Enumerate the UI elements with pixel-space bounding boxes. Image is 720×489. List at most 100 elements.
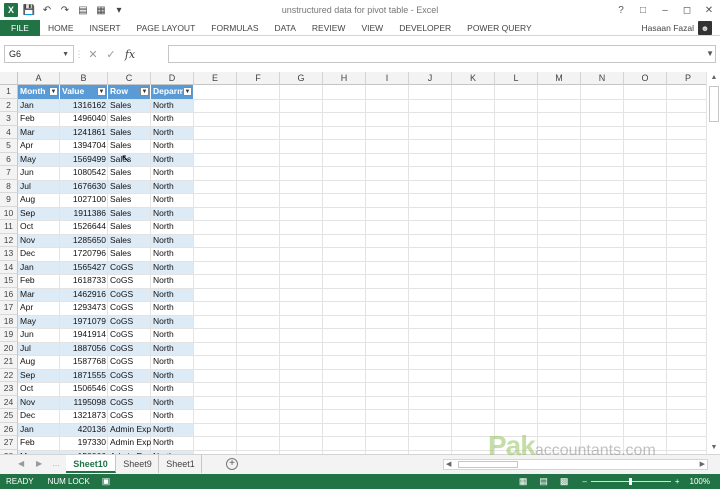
table-cell[interactable]: North bbox=[151, 153, 194, 167]
table-cell[interactable]: North bbox=[151, 180, 194, 194]
table-cell[interactable]: North bbox=[151, 220, 194, 234]
row-header[interactable]: 13 bbox=[0, 247, 18, 261]
chevron-down-icon[interactable]: ▼ bbox=[62, 51, 69, 58]
table-cell[interactable]: Sales bbox=[108, 112, 151, 126]
row-header[interactable]: 26 bbox=[0, 422, 18, 436]
table-cell[interactable]: 1321873 bbox=[60, 409, 108, 423]
table-cell[interactable]: North bbox=[151, 112, 194, 126]
tab-developer[interactable]: DEVELOPER bbox=[391, 23, 459, 33]
vertical-scrollbar[interactable]: ▲ ▼ bbox=[706, 72, 720, 454]
maximize-icon[interactable]: ◻ bbox=[676, 0, 698, 20]
table-cell[interactable]: North bbox=[151, 423, 194, 437]
table-cell[interactable]: Sales bbox=[108, 193, 151, 207]
table-cell[interactable]: May bbox=[18, 315, 60, 329]
column-header-o[interactable]: O bbox=[624, 72, 667, 85]
table-cell[interactable]: Oct bbox=[18, 220, 60, 234]
column-header-b[interactable]: B bbox=[60, 72, 108, 85]
column-header-h[interactable]: H bbox=[323, 72, 366, 85]
worksheet-grid[interactable]: A B C D E F G H I J K L M N O P 1 2 3 4 5 6 7 8 9 10 11 12 13 14 15 16 1… bbox=[0, 72, 706, 454]
filter-dropdown-icon[interactable]: ▼ bbox=[140, 87, 149, 96]
tab-more-icon[interactable]: … bbox=[52, 459, 60, 468]
row-header[interactable]: 19 bbox=[0, 328, 18, 342]
row-header[interactable]: 8 bbox=[0, 179, 18, 193]
page-layout-view-icon[interactable]: ▤ bbox=[539, 476, 548, 487]
table-cell[interactable]: CoGS bbox=[108, 409, 151, 423]
table-cell[interactable]: CoGS bbox=[108, 315, 151, 329]
table-cell[interactable]: Sales bbox=[108, 126, 151, 140]
table-cell[interactable]: North bbox=[151, 247, 194, 261]
row-header[interactable]: 24 bbox=[0, 395, 18, 409]
table-cell[interactable]: North bbox=[151, 436, 194, 450]
row-header[interactable]: 25 bbox=[0, 409, 18, 423]
formula-bar-splitter[interactable]: ⋮ bbox=[74, 49, 84, 60]
table-cell[interactable]: North bbox=[151, 396, 194, 410]
row-header[interactable]: 6 bbox=[0, 152, 18, 166]
filter-dropdown-icon[interactable]: ▼ bbox=[49, 87, 58, 96]
formula-input[interactable] bbox=[168, 45, 716, 63]
table-cell[interactable]: Nov bbox=[18, 396, 60, 410]
vertical-scroll-thumb[interactable] bbox=[709, 86, 719, 122]
zoom-out-icon[interactable]: – bbox=[582, 477, 586, 486]
table-cell[interactable]: 1027100 bbox=[60, 193, 108, 207]
table-cell[interactable]: Feb bbox=[18, 436, 60, 450]
table-cell[interactable]: North bbox=[151, 409, 194, 423]
scroll-left-icon[interactable]: ◀ bbox=[446, 460, 451, 468]
table-cell[interactable]: Sales bbox=[108, 247, 151, 261]
table-cell[interactable]: 1293473 bbox=[60, 301, 108, 315]
tab-file[interactable]: FILE bbox=[0, 19, 40, 36]
sheet-tab-sheet9[interactable]: Sheet9 bbox=[117, 455, 159, 473]
table-cell[interactable]: Aug bbox=[18, 193, 60, 207]
table-cell[interactable]: North bbox=[151, 126, 194, 140]
table-cell[interactable]: North bbox=[151, 369, 194, 383]
table-cell[interactable]: 1676630 bbox=[60, 180, 108, 194]
table-cell[interactable]: Sales bbox=[108, 207, 151, 221]
table-cell[interactable]: Jun bbox=[18, 166, 60, 180]
row-header[interactable]: 27 bbox=[0, 436, 18, 450]
table-cell[interactable]: 1462916 bbox=[60, 288, 108, 302]
column-header-g[interactable]: G bbox=[280, 72, 323, 85]
table-cell[interactable]: Aug bbox=[18, 355, 60, 369]
table-cell[interactable]: 1506546 bbox=[60, 382, 108, 396]
table-cell[interactable]: CoGS bbox=[108, 396, 151, 410]
table-cell[interactable]: Jul bbox=[18, 342, 60, 356]
filter-dropdown-icon[interactable]: ▼ bbox=[97, 87, 106, 96]
row-header[interactable]: 9 bbox=[0, 193, 18, 207]
table-cell[interactable]: Mar bbox=[18, 288, 60, 302]
row-header[interactable]: 3 bbox=[0, 112, 18, 126]
table-header-2[interactable]: Row ▼ bbox=[108, 85, 151, 99]
table-cell[interactable]: North bbox=[151, 193, 194, 207]
table-cell[interactable]: Jan bbox=[18, 261, 60, 275]
table-cell[interactable]: CoGS bbox=[108, 382, 151, 396]
table-cell[interactable]: Sales bbox=[108, 180, 151, 194]
row-header[interactable]: 17 bbox=[0, 301, 18, 315]
table-cell[interactable]: Jan bbox=[18, 99, 60, 113]
column-header-e[interactable]: E bbox=[194, 72, 237, 85]
camera-icon[interactable]: ▦ bbox=[94, 3, 108, 17]
table-cell[interactable]: Sales bbox=[108, 166, 151, 180]
table-cell[interactable]: North bbox=[151, 99, 194, 113]
row-header[interactable]: 12 bbox=[0, 233, 18, 247]
table-header-1[interactable]: Value ▼ bbox=[60, 85, 108, 99]
zoom-in-icon[interactable]: + bbox=[675, 477, 680, 486]
table-cell[interactable]: North bbox=[151, 288, 194, 302]
table-cell[interactable]: 1496040 bbox=[60, 112, 108, 126]
column-header-c[interactable]: C bbox=[108, 72, 151, 85]
row-header[interactable]: 16 bbox=[0, 287, 18, 301]
column-header-f[interactable]: F bbox=[237, 72, 280, 85]
table-cell[interactable]: Mar bbox=[18, 126, 60, 140]
tab-page-layout[interactable]: PAGE LAYOUT bbox=[129, 23, 204, 33]
table-cell[interactable]: Sales bbox=[108, 139, 151, 153]
enter-icon[interactable]: ✓ bbox=[102, 48, 120, 61]
row-header[interactable]: 1 bbox=[0, 85, 18, 99]
filter-dropdown-icon[interactable]: ▼ bbox=[183, 87, 192, 96]
save-icon[interactable]: 💾 bbox=[22, 3, 36, 17]
table-cell[interactable]: CoGS bbox=[108, 328, 151, 342]
table-cell[interactable]: Jul bbox=[18, 180, 60, 194]
table-cell[interactable]: CoGS bbox=[108, 301, 151, 315]
table-cell[interactable]: 1195098 bbox=[60, 396, 108, 410]
normal-view-icon[interactable]: ▦ bbox=[519, 476, 528, 487]
column-header-d[interactable]: D bbox=[151, 72, 194, 85]
table-cell[interactable]: Oct bbox=[18, 382, 60, 396]
tab-next-icon[interactable]: ▶ bbox=[36, 459, 42, 468]
table-cell[interactable]: 1285650 bbox=[60, 234, 108, 248]
